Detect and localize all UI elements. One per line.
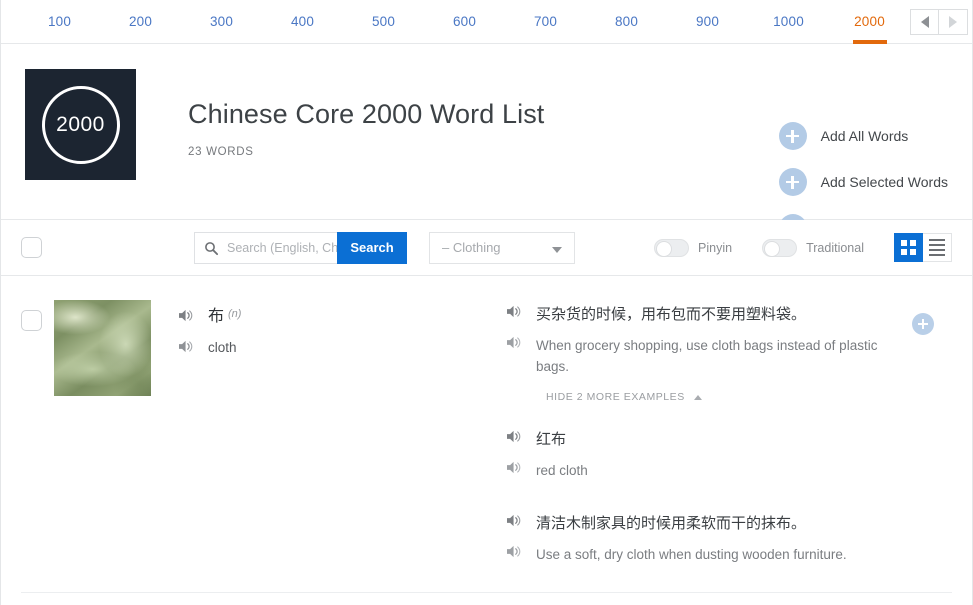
list-icon <box>929 239 945 256</box>
list-header: 2000 Chinese Core 2000 Word List 23 WORD… <box>1 44 972 242</box>
add-selected-words-button[interactable]: Add Selected Words <box>778 168 948 196</box>
caret-up-icon <box>693 394 702 400</box>
word-headword-line: 布 (n) <box>178 308 478 326</box>
example-item: 红布 red cloth <box>506 429 952 481</box>
plus-icon <box>778 168 807 196</box>
example-english-text: When grocery shopping, use cloth bags in… <box>536 338 878 374</box>
add-all-words-button[interactable]: Add All Words <box>778 122 948 150</box>
pinyin-toggle-group: Pinyin <box>654 238 733 257</box>
level-pagination <box>910 8 968 35</box>
traditional-toggle-label: Traditional <box>806 240 864 255</box>
toolbar-toggles: Pinyin Traditional <box>654 233 952 262</box>
grid-view-button[interactable] <box>894 233 923 262</box>
example-chinese-line: 清洁木制家具的时候用柔软而干的抹布。 <box>506 513 952 534</box>
word-thumbnail-image <box>54 300 151 396</box>
select-all-checkbox[interactable] <box>21 237 42 258</box>
grid-icon <box>901 240 916 255</box>
level-tab-600[interactable]: 600 <box>424 0 505 44</box>
example-chinese-text: 红布 <box>536 431 567 448</box>
word-entry: 布 (n) cloth <box>178 300 478 575</box>
level-tab-500[interactable]: 500 <box>343 0 424 44</box>
speaker-icon[interactable] <box>506 429 523 444</box>
search-group: Search <box>194 231 407 264</box>
example-english-text: Use a soft, dry cloth when dusting woode… <box>536 547 847 562</box>
traditional-toggle-group: Traditional <box>762 238 864 257</box>
example-item: 清洁木制家具的时候用柔软而干的抹布。 Use a soft, dry cloth… <box>506 513 952 565</box>
hide-more-examples-toggle[interactable]: HIDE 2 MORE EXAMPLES <box>546 391 952 403</box>
add-all-words-label: Add All Words <box>820 128 909 144</box>
example-english-line: red cloth <box>506 460 952 481</box>
level-tab-700[interactable]: 700 <box>505 0 586 44</box>
traditional-toggle[interactable] <box>762 238 798 257</box>
speaker-icon[interactable] <box>506 513 523 528</box>
example-english-line: Use a soft, dry cloth when dusting woode… <box>506 544 952 565</box>
pinyin-toggle-label: Pinyin <box>698 240 733 255</box>
level-tab-100[interactable]: 100 <box>19 0 100 44</box>
speaker-icon[interactable] <box>506 335 523 350</box>
level-tab-2000[interactable]: 2000 <box>829 0 910 44</box>
title-block: Chinese Core 2000 Word List 23 WORDS <box>188 69 544 219</box>
view-mode-group <box>894 233 952 262</box>
search-input[interactable] <box>225 239 337 256</box>
example-item: 买杂货的时候，用布包而不要用塑料袋。 When grocery shopping… <box>506 304 952 377</box>
word-gloss: cloth <box>208 340 237 355</box>
search-box <box>194 231 337 264</box>
example-chinese-line: 买杂货的时候，用布包而不要用塑料袋。 <box>506 304 952 325</box>
speaker-icon[interactable] <box>506 460 523 475</box>
speaker-icon[interactable] <box>506 304 523 319</box>
category-select[interactable]: – Clothing <box>429 231 575 264</box>
list-toolbar: Search – Clothing Pinyin Traditional <box>1 220 972 276</box>
page-title: Chinese Core 2000 Word List <box>188 99 545 129</box>
level-tab-list: 100 200 300 400 500 600 700 800 900 1000… <box>19 0 910 44</box>
example-chinese-text: 清洁木制家具的时候用柔软而干的抹布。 <box>536 515 807 532</box>
list-cover-image: 2000 <box>25 69 136 180</box>
triangle-left-icon <box>920 15 929 28</box>
level-tab-200[interactable]: 200 <box>100 0 181 44</box>
word-select-checkbox[interactable] <box>21 310 42 331</box>
example-spacer <box>506 491 952 513</box>
level-tab-800[interactable]: 800 <box>586 0 667 44</box>
plus-icon <box>778 122 807 150</box>
example-english-line: When grocery shopping, use cloth bags in… <box>506 335 952 377</box>
word-gloss-line: cloth <box>178 339 478 357</box>
speaker-icon[interactable] <box>506 544 523 559</box>
example-sentences: 买杂货的时候，用布包而不要用塑料袋。 When grocery shopping… <box>506 300 952 575</box>
hide-more-examples-label: HIDE 2 MORE EXAMPLES <box>546 391 685 403</box>
word-part-of-speech: (n) <box>228 308 242 320</box>
word-hanzi: 布 <box>208 308 225 325</box>
level-tab-1000[interactable]: 1000 <box>748 0 829 44</box>
prev-page-button[interactable] <box>910 8 939 35</box>
cover-number: 2000 <box>41 85 120 164</box>
add-word-button[interactable] <box>912 313 934 335</box>
level-nav-bar: 100 200 300 400 500 600 700 800 900 1000… <box>1 0 972 44</box>
category-select-value: – Clothing <box>442 240 501 255</box>
example-chinese-text: 买杂货的时候，用布包而不要用塑料袋。 <box>536 306 807 323</box>
level-tab-400[interactable]: 400 <box>262 0 343 44</box>
pinyin-toggle[interactable] <box>654 238 690 257</box>
next-page-button[interactable] <box>939 8 968 35</box>
level-tab-900[interactable]: 900 <box>667 0 748 44</box>
add-selected-words-label: Add Selected Words <box>820 174 948 190</box>
word-count-label: 23 WORDS <box>188 146 254 158</box>
row-divider <box>21 592 952 593</box>
example-english-text: red cloth <box>536 463 588 478</box>
search-icon <box>204 241 219 261</box>
triangle-right-icon <box>949 15 957 28</box>
word-list-row: 布 (n) cloth 买杂货的时候，用布包而不要用塑料袋。 When groc… <box>1 276 972 575</box>
list-view-button[interactable] <box>923 233 952 262</box>
example-chinese-line: 红布 <box>506 429 952 450</box>
search-button[interactable]: Search <box>337 231 407 264</box>
page-root: 100 200 300 400 500 600 700 800 900 1000… <box>0 0 973 605</box>
speaker-icon[interactable] <box>178 308 195 323</box>
speaker-icon[interactable] <box>178 339 195 354</box>
chevron-down-icon <box>552 246 562 253</box>
level-tab-300[interactable]: 300 <box>181 0 262 44</box>
